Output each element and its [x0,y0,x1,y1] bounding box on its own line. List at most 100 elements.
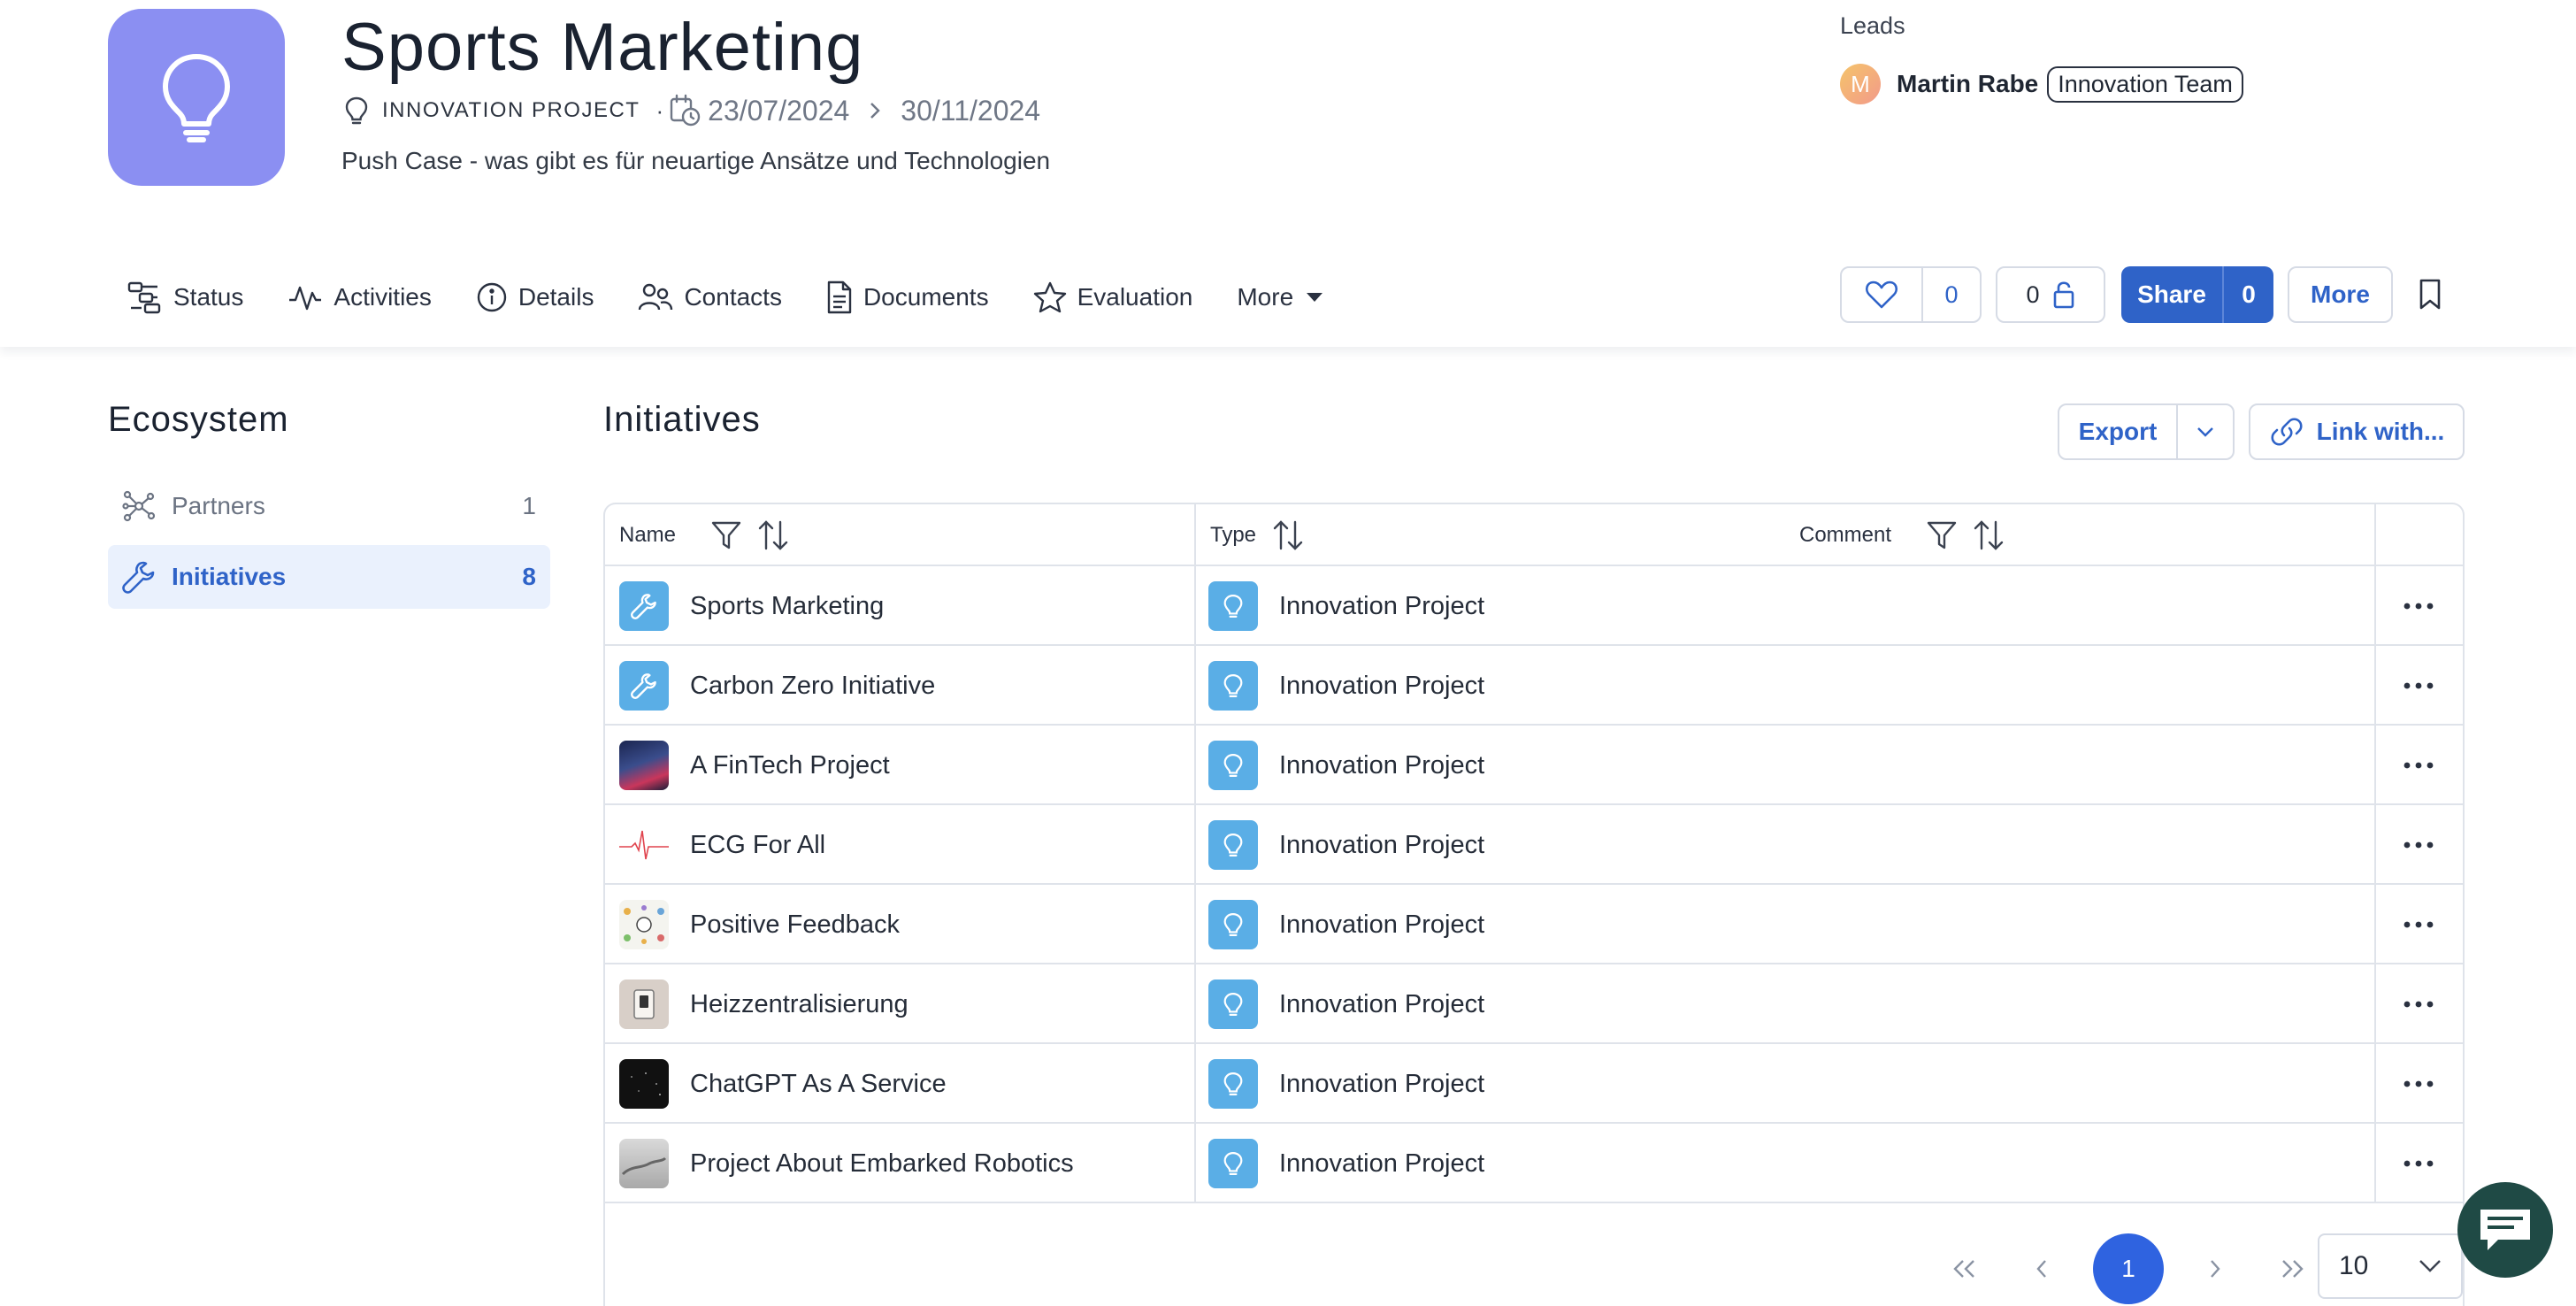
tab-evaluation[interactable]: Evaluation [1033,281,1192,313]
export-button[interactable]: Export [2059,405,2176,458]
cell-type: Innovation Project [1208,964,1484,1044]
sidebar-item-partners[interactable]: Partners 1 [108,474,550,538]
row-actions-button[interactable] [2401,646,2436,726]
contacts-icon [639,283,673,311]
calendar-clock-icon [670,94,701,127]
chevron-down-icon [2197,427,2213,437]
next-page-button[interactable] [2189,1242,2242,1295]
initiative-type: Innovation Project [1279,830,1485,859]
more-horizontal-icon [2404,921,2434,928]
double-chevron-right-icon [2282,1260,2304,1278]
chat-widget-button[interactable] [2457,1182,2553,1278]
share-button[interactable]: Share 0 [2121,266,2273,323]
row-actions-button[interactable] [2401,964,2436,1044]
sidebar-item-initiatives[interactable]: Initiatives 8 [108,545,550,609]
row-actions-button[interactable] [2401,566,2436,646]
initiative-type: Innovation Project [1279,1069,1485,1098]
filter-icon[interactable] [711,520,741,550]
initiative-name[interactable]: Project About Embarked Robotics [690,1149,1074,1179]
cell-name[interactable]: Sports Marketing [619,566,884,646]
initiative-name[interactable]: ECG For All [690,831,825,860]
lightbulb-icon [1208,581,1258,631]
table-row[interactable]: Heizzentralisierung Innovation Project [605,964,2463,1044]
sort-icon[interactable] [757,519,789,552]
tab-documents[interactable]: Documents [826,280,989,314]
cell-type: Innovation Project [1208,566,1484,646]
table-row[interactable]: Carbon Zero Initiative Innovation Project [605,646,2463,726]
lightbulb-icon [1208,741,1258,790]
network-icon [122,490,156,522]
row-actions-button[interactable] [2401,805,2436,885]
page-size-select[interactable]: 10 [2318,1233,2463,1299]
lead-name[interactable]: Martin Rabe [1897,70,2038,98]
table-row[interactable]: ChatGPT As A Service Innovation Project [605,1044,2463,1124]
tab-label: Status [173,283,244,311]
more-button[interactable]: More [2288,266,2393,323]
lightbulb-icon [163,54,230,142]
cell-name[interactable]: A FinTech Project [619,726,890,805]
cell-name[interactable]: Project About Embarked Robotics [619,1124,1074,1203]
sidebar-item-label: Partners [172,492,265,519]
tab-label: Details [518,283,594,311]
chevron-down-icon [2419,1260,2441,1272]
last-page-button[interactable] [2266,1242,2319,1295]
cell-name[interactable]: ChatGPT As A Service [619,1044,947,1124]
tab-details[interactable]: Details [476,281,594,313]
initiative-type: Innovation Project [1279,671,1485,700]
table-row[interactable]: Project About Embarked Robotics Innovatio… [605,1124,2463,1203]
initiative-name[interactable]: ChatGPT As A Service [690,1070,947,1099]
link-with-button[interactable]: Link with... [2249,403,2465,460]
sort-icon[interactable] [1272,519,1304,552]
more-horizontal-icon [2404,1001,2434,1008]
table-row[interactable]: A FinTech Project Innovation Project [605,726,2463,805]
like-count: 0 [1921,268,1980,321]
cell-type: Innovation Project [1208,1044,1484,1124]
wrench-icon [122,561,155,594]
sort-icon[interactable] [1973,519,2005,552]
filter-icon[interactable] [1927,520,1957,550]
like-button[interactable] [1842,268,1921,321]
table-row[interactable]: Sports Marketing Innovation Project [605,566,2463,646]
current-page-button[interactable]: 1 [2093,1233,2164,1304]
initiative-thumbnail [619,820,669,870]
row-actions-button[interactable] [2401,885,2436,964]
initiative-name[interactable]: Heizzentralisierung [690,990,908,1019]
chevron-left-icon [2036,1260,2046,1278]
cell-name[interactable]: ECG For All [619,805,825,885]
lightbulb-icon [1208,1139,1258,1188]
tab-status[interactable]: Status [127,280,243,314]
initiative-name[interactable]: A FinTech Project [690,751,890,780]
share-count: 0 [2222,266,2273,323]
table-header: Name Type Comment [605,504,2463,566]
row-actions-button[interactable] [2401,1044,2436,1124]
initiative-name[interactable]: Sports Marketing [690,592,884,621]
more-horizontal-icon [2404,1160,2434,1167]
lead-entry[interactable]: M Martin Rabe Innovation Team [1840,64,2243,104]
tab-more[interactable]: More [1237,283,1323,311]
initiative-name[interactable]: Carbon Zero Initiative [690,672,935,701]
bookmark-icon[interactable] [2418,279,2442,311]
cell-name[interactable]: Heizzentralisierung [619,964,908,1044]
row-actions-button[interactable] [2401,1124,2436,1203]
lightbulb-icon [1208,1059,1258,1109]
initiative-thumbnail [619,900,669,949]
table-row[interactable]: ECG For All Innovation Project [605,805,2463,885]
initiative-thumbnail [619,741,669,790]
cell-name[interactable]: Carbon Zero Initiative [619,646,935,726]
previous-page-button[interactable] [2015,1242,2068,1295]
first-page-button[interactable] [1937,1242,1990,1295]
table-row[interactable]: Positive Feedback Innovation Project [605,885,2463,964]
project-description: Push Case - was gibt es für neuartige An… [341,147,1051,174]
lock-segment[interactable]: 0 [1997,268,2104,321]
lock-button[interactable]: 0 [1996,266,2105,323]
tab-activities[interactable]: Activities [288,282,432,312]
link-icon [2271,418,2303,446]
initiative-type: Innovation Project [1279,591,1485,620]
tab-contacts[interactable]: Contacts [638,281,782,313]
row-actions-button[interactable] [2401,726,2436,805]
initiative-name[interactable]: Positive Feedback [690,910,900,940]
document-icon [827,280,852,314]
cell-name[interactable]: Positive Feedback [619,885,900,964]
export-dropdown-button[interactable] [2176,405,2233,458]
tab-label: Activities [334,283,432,311]
